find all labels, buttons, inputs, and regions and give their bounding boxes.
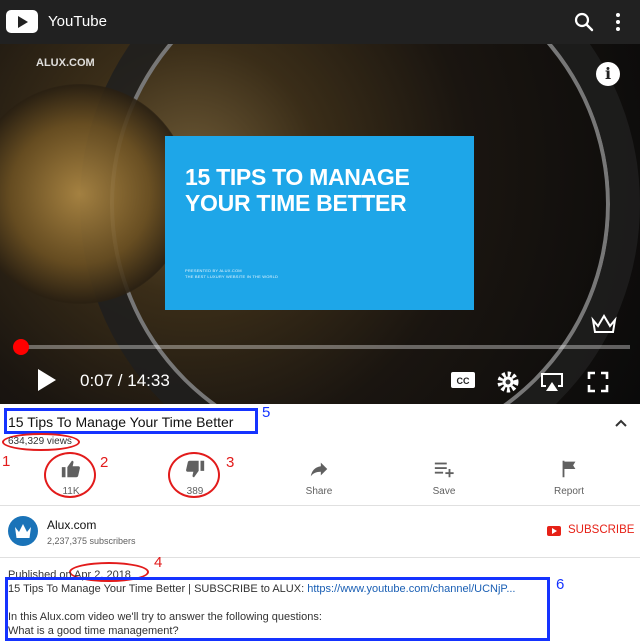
annotation-label-6: 6 xyxy=(556,576,565,593)
description-line: 15 Tips To Manage Your Time Better | SUB… xyxy=(8,583,516,595)
play-icon[interactable] xyxy=(38,369,56,391)
annotation-label-1: 1 xyxy=(2,453,11,470)
card-tagline: THE BEST LUXURY WEBSITE IN THE WORLD xyxy=(185,274,279,279)
card-subtitle: PRESENTED BY ALUX.COM xyxy=(185,268,242,273)
search-icon[interactable] xyxy=(572,10,596,34)
annotation-label-5: 5 xyxy=(262,404,271,421)
share-icon xyxy=(310,462,328,477)
info-icon[interactable]: i xyxy=(596,62,620,86)
divider xyxy=(0,505,640,506)
scrubber-handle[interactable] xyxy=(12,339,29,355)
description-line: What is a good time management? xyxy=(8,625,179,637)
app-title: YouTube xyxy=(48,13,107,30)
channel-link[interactable]: https://www.youtube.com/channel/UCNjP... xyxy=(307,583,515,595)
playlist-add-icon xyxy=(434,462,454,478)
youtube-logo-icon[interactable] xyxy=(6,10,38,33)
youtube-play-icon xyxy=(547,526,561,536)
subscriber-count: 2,237,375 subscribers xyxy=(47,536,136,546)
annotation-label-4: 4 xyxy=(154,554,163,571)
dislike-button[interactable]: 389 xyxy=(155,456,235,498)
report-button[interactable]: Report xyxy=(529,456,609,498)
thumbs-down-icon xyxy=(186,460,205,478)
video-title[interactable]: 15 Tips To Manage Your Time Better xyxy=(8,414,233,430)
chevron-up-icon[interactable] xyxy=(614,418,628,428)
description-line: In this Alux.com video we'll try to answ… xyxy=(8,611,322,623)
thumbnail-card: 15 TIPS TO MANAGE YOUR TIME BETTER PRESE… xyxy=(165,136,474,310)
settings-gear-icon[interactable] xyxy=(496,370,520,394)
channel-avatar[interactable] xyxy=(8,516,38,546)
flag-icon xyxy=(562,460,576,478)
closed-captions-icon[interactable]: CC xyxy=(450,370,476,390)
divider xyxy=(0,557,640,558)
svg-text:CC: CC xyxy=(457,376,470,386)
fullscreen-icon[interactable] xyxy=(586,370,610,394)
crown-logo-icon xyxy=(591,314,617,333)
progress-bar[interactable] xyxy=(12,339,630,355)
channel-name[interactable]: Alux.com xyxy=(47,518,96,532)
channel-watermark: ALUX.COM xyxy=(36,57,95,69)
app-bar: YouTube xyxy=(0,0,640,44)
time-display: 0:07 / 14:33 xyxy=(80,371,170,390)
save-button[interactable]: Save xyxy=(404,456,484,498)
crown-avatar-icon xyxy=(15,524,31,538)
video-player[interactable]: ALUX.COM i 15 TIPS TO MANAGE YOUR TIME B… xyxy=(0,44,640,404)
like-button[interactable]: 11K xyxy=(31,456,111,498)
share-button[interactable]: Share xyxy=(279,456,359,498)
card-title: 15 TIPS TO MANAGE YOUR TIME BETTER xyxy=(185,164,410,216)
airplay-icon[interactable] xyxy=(538,370,566,394)
more-vert-icon[interactable] xyxy=(606,10,630,34)
view-count: 634,329 views xyxy=(8,436,72,447)
thumbs-up-icon xyxy=(61,460,80,478)
